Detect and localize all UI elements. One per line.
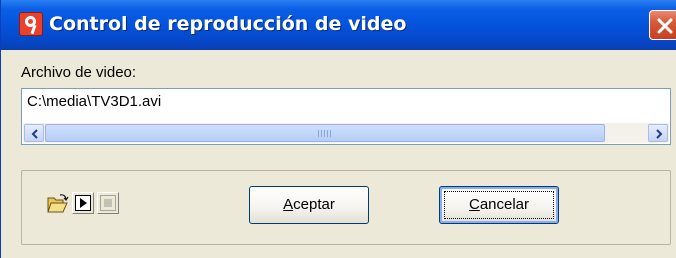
close-icon xyxy=(657,18,673,34)
scroll-left-button[interactable] xyxy=(24,124,44,142)
file-label: Archivo de video: xyxy=(21,64,137,81)
scroll-right-button[interactable] xyxy=(648,124,668,142)
app-icon[interactable] xyxy=(19,12,43,36)
play-icon xyxy=(75,195,91,211)
cancel-button[interactable]: Cancelar xyxy=(439,186,559,224)
play-button[interactable] xyxy=(72,192,94,214)
accept-button[interactable]: Aceptar xyxy=(249,186,369,224)
stop-icon xyxy=(100,195,116,211)
scroll-grip xyxy=(318,130,332,137)
focus-rectangle xyxy=(444,191,554,219)
open-file-button[interactable] xyxy=(45,192,69,214)
close-button[interactable] xyxy=(649,10,676,40)
dialog-window: Control de reproducción de video Archivo… xyxy=(0,0,676,258)
title-bar[interactable]: Control de reproducción de video xyxy=(1,0,676,50)
file-path-field[interactable]: C:\media\TV3D1.avi xyxy=(21,88,671,145)
chevron-left-icon xyxy=(31,129,38,139)
accept-label: ceptar xyxy=(293,196,335,213)
open-folder-icon xyxy=(47,194,69,213)
file-path-value[interactable]: C:\media\TV3D1.avi xyxy=(27,93,161,110)
horizontal-scrollbar[interactable] xyxy=(23,123,669,143)
chevron-right-icon xyxy=(656,129,663,139)
scroll-thumb[interactable] xyxy=(45,124,605,142)
stop-button[interactable] xyxy=(97,192,119,214)
accept-mnemonic: A xyxy=(283,196,294,213)
window-title: Control de reproducción de video xyxy=(49,13,407,35)
